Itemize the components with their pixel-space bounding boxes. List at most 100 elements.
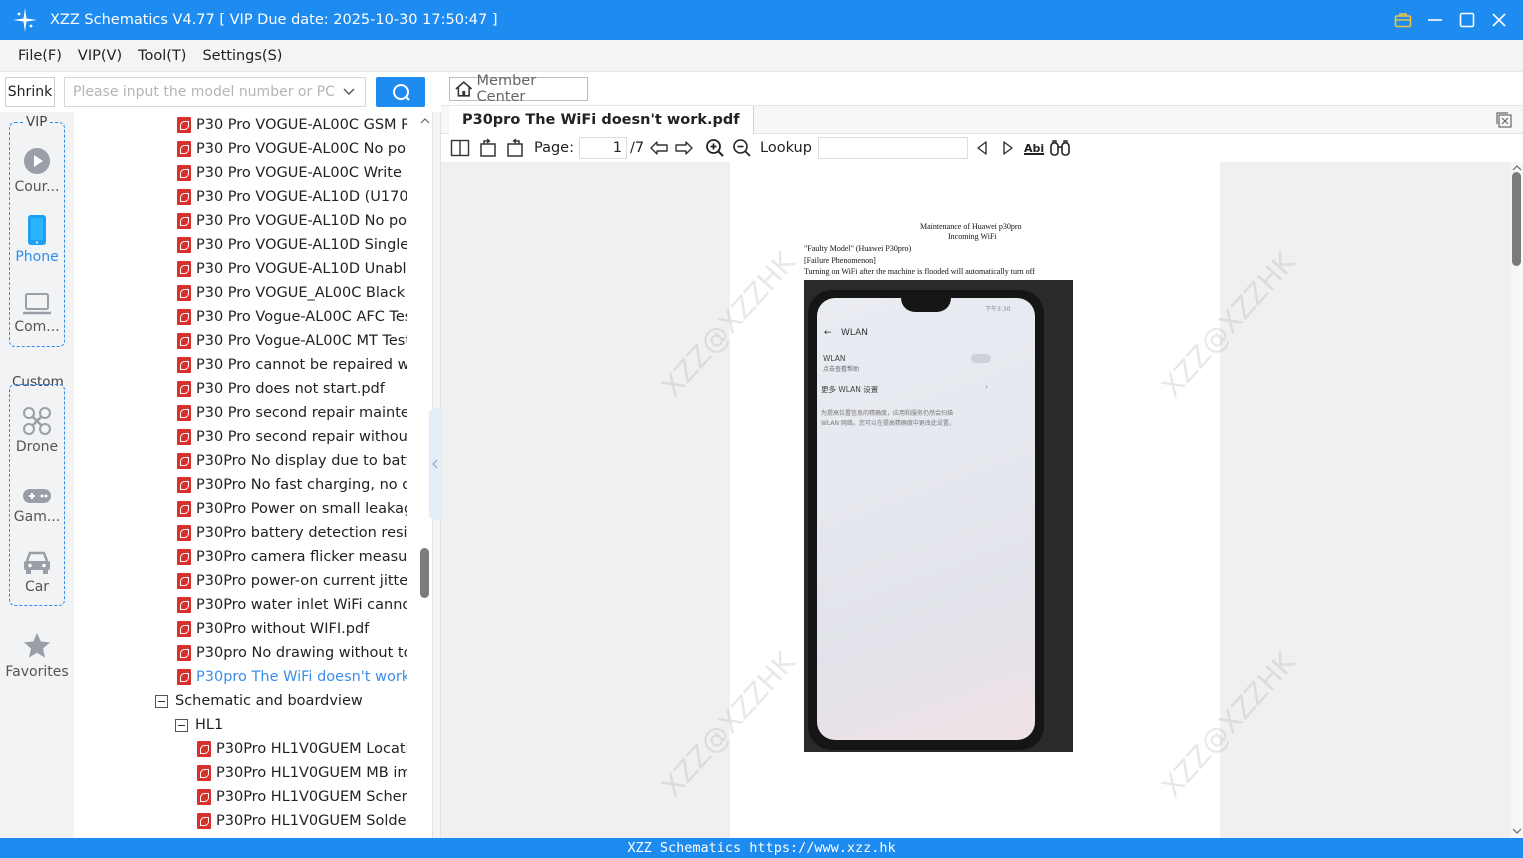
file-item[interactable]: P30Pro No fast charging, no on (177, 473, 407, 497)
menu-vip[interactable]: VIP(V) (78, 48, 122, 64)
doc-title-line1: Maintenance of Huawei p30pro (920, 222, 1022, 231)
menu-tool[interactable]: Tool(T) (138, 48, 186, 64)
screen-hint-1: 为提高位置信息的精确度，应用和服务仍然会扫描 (821, 410, 954, 417)
svg-text:Abi: Abi (1024, 142, 1044, 155)
find-prev-button[interactable] (972, 137, 992, 159)
document-tab[interactable]: P30pro The WiFi doesn't work.pdf (449, 106, 754, 134)
rotate-right-icon (507, 138, 523, 157)
pdf-file-icon (177, 357, 191, 373)
file-item[interactable]: P30 Pro VOGUE-AL00C GSM Re (177, 113, 407, 137)
file-item[interactable]: P30Pro Power on small leakage (177, 497, 407, 521)
pdf-file-icon (177, 525, 191, 541)
rotate-right-button[interactable] (504, 137, 526, 159)
file-item[interactable]: P30 Pro VOGUE-AL00C No pow (177, 137, 407, 161)
member-center-button[interactable]: Member Center (449, 73, 588, 105)
pdf-file-icon (177, 645, 191, 661)
file-item[interactable]: P30Pro HL1V0GUEM Schema (197, 785, 407, 809)
collapse-icon[interactable] (175, 718, 188, 732)
pdf-file-icon (177, 165, 191, 181)
rotate-left-button[interactable] (477, 137, 499, 159)
file-name: P30 Pro VOGUE-AL00C GSM Re (196, 117, 407, 133)
find-next-button[interactable] (998, 137, 1018, 159)
collapse-icon[interactable] (155, 694, 168, 708)
file-name: P30Pro HL1V0GUEM Schema (216, 789, 407, 805)
pdf-file-icon (197, 813, 211, 829)
menu-file[interactable]: File(F) (18, 48, 62, 64)
close-button[interactable] (1485, 6, 1513, 34)
category-game[interactable]: Gam... (0, 472, 74, 534)
search-button[interactable] (376, 77, 425, 107)
file-item[interactable]: P30Pro without WIFI.pdf (177, 617, 407, 641)
file-item[interactable]: P30pro No drawing without tou (177, 641, 407, 665)
lookup-input[interactable] (818, 137, 968, 159)
file-item[interactable]: P30 Pro VOGUE-AL10D Unable (177, 257, 407, 281)
file-item[interactable]: P30 Pro second repair maintena (177, 401, 407, 425)
file-item[interactable]: P30 Pro Vogue-AL00C AFC Test (177, 305, 407, 329)
zoom-in-button[interactable] (704, 137, 726, 159)
file-item[interactable]: P30 Pro VOGUE-AL10D No pow (177, 209, 407, 233)
toggle-panel-button[interactable] (449, 137, 471, 159)
folder-hl1[interactable]: HL1 (175, 713, 405, 737)
pdf-file-icon (177, 213, 191, 229)
vip-badge-icon[interactable] (1389, 6, 1417, 34)
category-sidebar: VIP Cour... Phone Com... Custom Drone Ga… (0, 112, 74, 838)
file-name: P30Pro Power on small leakage (196, 501, 407, 517)
scroll-down-icon[interactable] (1511, 826, 1523, 836)
category-courses[interactable]: Cour... (0, 142, 74, 204)
category-favorites[interactable]: Favorites (0, 627, 74, 689)
file-item[interactable]: P30 Pro second repair without \ (177, 425, 407, 449)
next-page-button[interactable] (673, 137, 695, 159)
file-name: P30 Pro VOGUE-AL10D Unable (196, 261, 407, 277)
category-label: Favorites (5, 664, 69, 680)
file-item[interactable]: P30Pro HL1V0GUEM Locatio (197, 737, 407, 761)
pdf-file-icon (177, 429, 191, 445)
file-item[interactable]: P30 Pro cannot be repaired whe (177, 353, 407, 377)
menu-settings[interactable]: Settings(S) (202, 48, 282, 64)
document-tab-title: P30pro The WiFi doesn't work.pdf (462, 112, 740, 128)
category-label: Gam... (13, 509, 61, 525)
file-item[interactable]: P30Pro camera flicker measurer (177, 545, 407, 569)
folder-schematic-boardview[interactable]: Schematic and boardview (155, 689, 415, 713)
viewer-scroll-thumb[interactable] (1512, 172, 1521, 266)
file-item[interactable]: P30 Pro does not start.pdf (177, 377, 407, 401)
triangle-right-icon (1003, 141, 1013, 155)
collapse-panel-handle[interactable] (429, 408, 441, 520)
scroll-up-icon[interactable] (418, 114, 432, 128)
file-item[interactable]: P30 Pro VOGUE_AL00C Black sc (177, 281, 407, 305)
file-item[interactable]: P30 Pro VOGUE-AL10D Single s (177, 233, 407, 257)
file-item[interactable]: P30 Pro VOGUE-AL00C Write nu (177, 161, 407, 185)
file-item-selected[interactable]: P30pro The WiFi doesn't work.p (177, 665, 407, 689)
chevron-down-icon[interactable] (342, 85, 356, 99)
close-tabs-icon[interactable] (1495, 111, 1513, 129)
file-item[interactable]: P30Pro HL1V0GUEM Solder . (197, 809, 407, 833)
page-number-input[interactable] (579, 137, 627, 159)
category-phone[interactable]: Phone (0, 212, 74, 274)
document-viewer[interactable]: Maintenance of Huawei p30pro Incoming Wi… (441, 162, 1511, 838)
prev-page-button[interactable] (648, 137, 670, 159)
wlan-toggle (971, 354, 991, 363)
minimize-button[interactable] (1421, 6, 1449, 34)
match-case-button[interactable]: Abi (1023, 137, 1045, 159)
file-item[interactable]: P30Pro battery detection resista (177, 521, 407, 545)
file-item[interactable]: P30 Pro VOGUE-AL10D (U1701 t (177, 185, 407, 209)
doc-failure-phenomenon: [Failure Phenomenon] (804, 256, 876, 265)
tree-scroll-thumb[interactable] (420, 548, 429, 598)
zoom-out-icon (733, 139, 751, 157)
category-computer[interactable]: Com... (0, 282, 74, 344)
split-view-icon (450, 139, 470, 157)
maximize-button[interactable] (1453, 6, 1481, 34)
shrink-button[interactable]: Shrink (5, 77, 55, 107)
file-item[interactable]: P30Pro HL1V0GUEM MB ima (197, 761, 407, 785)
model-search-input[interactable] (64, 77, 366, 107)
file-item[interactable]: P30Pro power-on current jitter.p (177, 569, 407, 593)
file-item[interactable]: P30Pro water inlet WiFi cannot (177, 593, 407, 617)
doc-title-line2: Incoming WiFi (948, 232, 997, 241)
file-item[interactable]: P30 Pro Vogue-AL00C MT Test t (177, 329, 407, 353)
phone-screen: 下午3:30 ← WLAN WLAN 点击查看帮助 更多 WLAN 设置 › 为… (817, 298, 1035, 740)
zoom-out-button[interactable] (731, 137, 753, 159)
category-drone[interactable]: Drone (0, 402, 74, 464)
category-car[interactable]: Car (0, 542, 74, 604)
file-item[interactable]: P30Pro No display due to batte (177, 449, 407, 473)
find-all-button[interactable] (1049, 137, 1071, 159)
file-name: P30 Pro Vogue-AL00C AFC Test (196, 309, 407, 325)
